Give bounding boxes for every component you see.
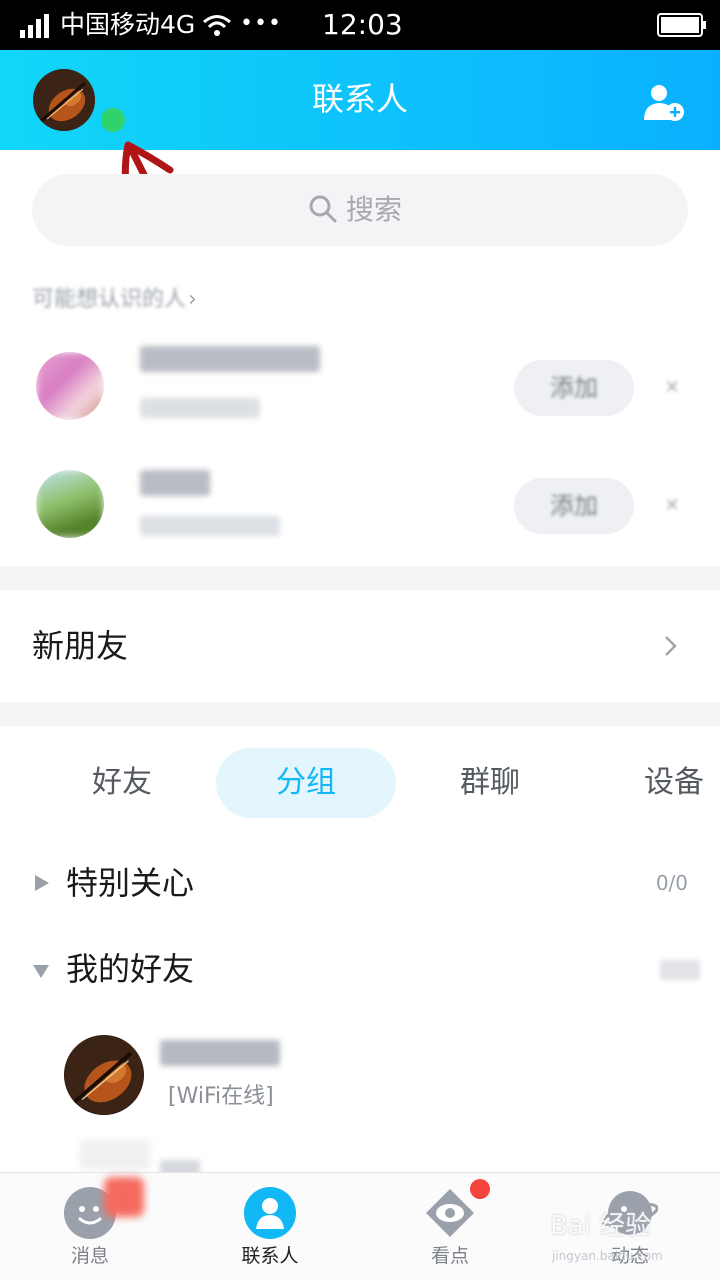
chevron-right-icon bbox=[665, 636, 677, 656]
unread-badge bbox=[104, 1177, 144, 1217]
new-friends-label: 新朋友 bbox=[32, 627, 129, 665]
tab-devices[interactable]: 设备 bbox=[604, 748, 720, 818]
search-placeholder: 搜索 bbox=[346, 193, 403, 226]
suggestion-reason bbox=[140, 398, 260, 418]
dismiss-icon[interactable]: ✕ bbox=[652, 486, 692, 526]
friend-avatar[interactable] bbox=[64, 1035, 144, 1115]
collapsed-triangle-icon bbox=[35, 875, 49, 891]
add-friend-icon[interactable] bbox=[642, 82, 686, 122]
contact-tabs: 好友 分组 群聊 设备 bbox=[0, 748, 720, 818]
contacts-screen: 中国移动4G ••• 12:03 联系人 搜索 可能想认识的人› 添加 ✕ 添加… bbox=[0, 0, 720, 1280]
group-name: 我的好友 bbox=[66, 950, 195, 988]
search-icon bbox=[309, 195, 337, 223]
contacts-icon bbox=[244, 1187, 296, 1239]
suggestion-add-button[interactable]: 添加 bbox=[514, 360, 634, 416]
section-divider bbox=[0, 566, 720, 590]
battery-icon bbox=[657, 13, 706, 37]
expanded-triangle-icon bbox=[33, 965, 49, 978]
suggestion-name bbox=[140, 470, 210, 496]
baidu-watermark-url: jingyan.baidu.com bbox=[552, 1249, 663, 1263]
suggestion-avatar[interactable] bbox=[36, 470, 104, 538]
more-dots: ••• bbox=[240, 11, 282, 36]
group-count: 0/0 bbox=[655, 871, 688, 895]
group-name: 特别关心 bbox=[66, 864, 195, 902]
may-know-title: 可能想认识的人 bbox=[32, 287, 187, 312]
may-know-header[interactable]: 可能想认识的人› bbox=[32, 286, 197, 314]
signal-icon bbox=[20, 14, 49, 38]
friend-status: [WiFi在线] bbox=[168, 1084, 274, 1109]
eye-icon bbox=[426, 1189, 474, 1237]
suggestion-avatar[interactable] bbox=[36, 352, 104, 420]
suggestion-name bbox=[140, 346, 320, 372]
group-count bbox=[660, 960, 700, 980]
chevron-right-icon: › bbox=[188, 287, 197, 312]
friend-avatar[interactable] bbox=[80, 1140, 150, 1170]
nav-kandian[interactable]: 看点 bbox=[360, 1173, 540, 1280]
search-input[interactable]: 搜索 bbox=[32, 174, 688, 246]
baidu-watermark: Bai 经验 bbox=[550, 1211, 652, 1241]
tab-friends[interactable]: 好友 bbox=[52, 748, 192, 818]
nav-label: 看点 bbox=[430, 1245, 469, 1267]
page-title: 联系人 bbox=[311, 80, 408, 118]
top-header: 联系人 bbox=[0, 50, 720, 150]
add-button-label: 添加 bbox=[550, 374, 598, 402]
tab-group-chats[interactable]: 群聊 bbox=[420, 748, 560, 818]
suggestion-add-button[interactable]: 添加 bbox=[514, 478, 634, 534]
tab-groups[interactable]: 分组 bbox=[216, 748, 396, 818]
clock: 12:03 bbox=[322, 8, 403, 41]
wifi-icon bbox=[203, 15, 231, 36]
nav-contacts[interactable]: 联系人 bbox=[180, 1173, 360, 1280]
section-divider bbox=[0, 702, 720, 726]
add-button-label: 添加 bbox=[550, 492, 598, 520]
status-bar: 中国移动4G ••• 12:03 bbox=[0, 0, 720, 50]
suggestion-reason bbox=[140, 516, 280, 536]
friend-name bbox=[160, 1040, 280, 1066]
group-special-care[interactable]: 特别关心 0/0 bbox=[0, 854, 720, 914]
violin-avatar-image bbox=[64, 1035, 144, 1115]
group-my-friends[interactable]: 我的好友 bbox=[0, 940, 720, 1000]
nav-label: 消息 bbox=[70, 1245, 109, 1267]
dismiss-icon[interactable]: ✕ bbox=[652, 368, 692, 408]
notification-dot bbox=[470, 1179, 490, 1199]
carrier-label: 中国移动4G bbox=[60, 10, 196, 39]
new-friends-row[interactable]: 新朋友 bbox=[0, 590, 720, 702]
nav-messages[interactable]: 消息 bbox=[0, 1173, 180, 1280]
nav-label: 联系人 bbox=[241, 1245, 299, 1267]
